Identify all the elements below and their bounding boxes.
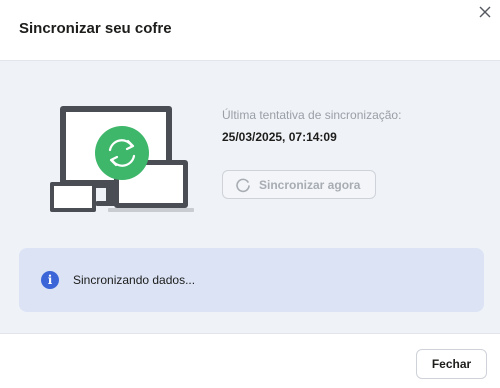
- sync-status-banner: i Sincronizando dados...: [19, 248, 484, 312]
- info-icon: i: [41, 271, 59, 289]
- last-sync-value: 25/03/2025, 07:14:09: [222, 130, 337, 144]
- close-button[interactable]: Fechar: [416, 349, 487, 379]
- dialog-header: Sincronizar seu cofre: [0, 0, 500, 60]
- loading-spinner-icon: [235, 177, 251, 193]
- dialog-footer: Fechar: [0, 334, 500, 388]
- sync-now-label: Sincronizar agora: [259, 177, 361, 192]
- last-sync-label: Última tentativa de sincronização:: [222, 108, 402, 122]
- dialog-body: Última tentativa de sincronização: 25/03…: [0, 60, 500, 334]
- sync-now-button[interactable]: Sincronizar agora: [222, 170, 376, 199]
- dialog-title: Sincronizar seu cofre: [19, 20, 172, 37]
- sync-status-message: Sincronizando dados...: [73, 273, 196, 287]
- sync-badge: [95, 126, 149, 180]
- close-icon[interactable]: [474, 1, 496, 23]
- devices-sync-illustration: [48, 106, 196, 216]
